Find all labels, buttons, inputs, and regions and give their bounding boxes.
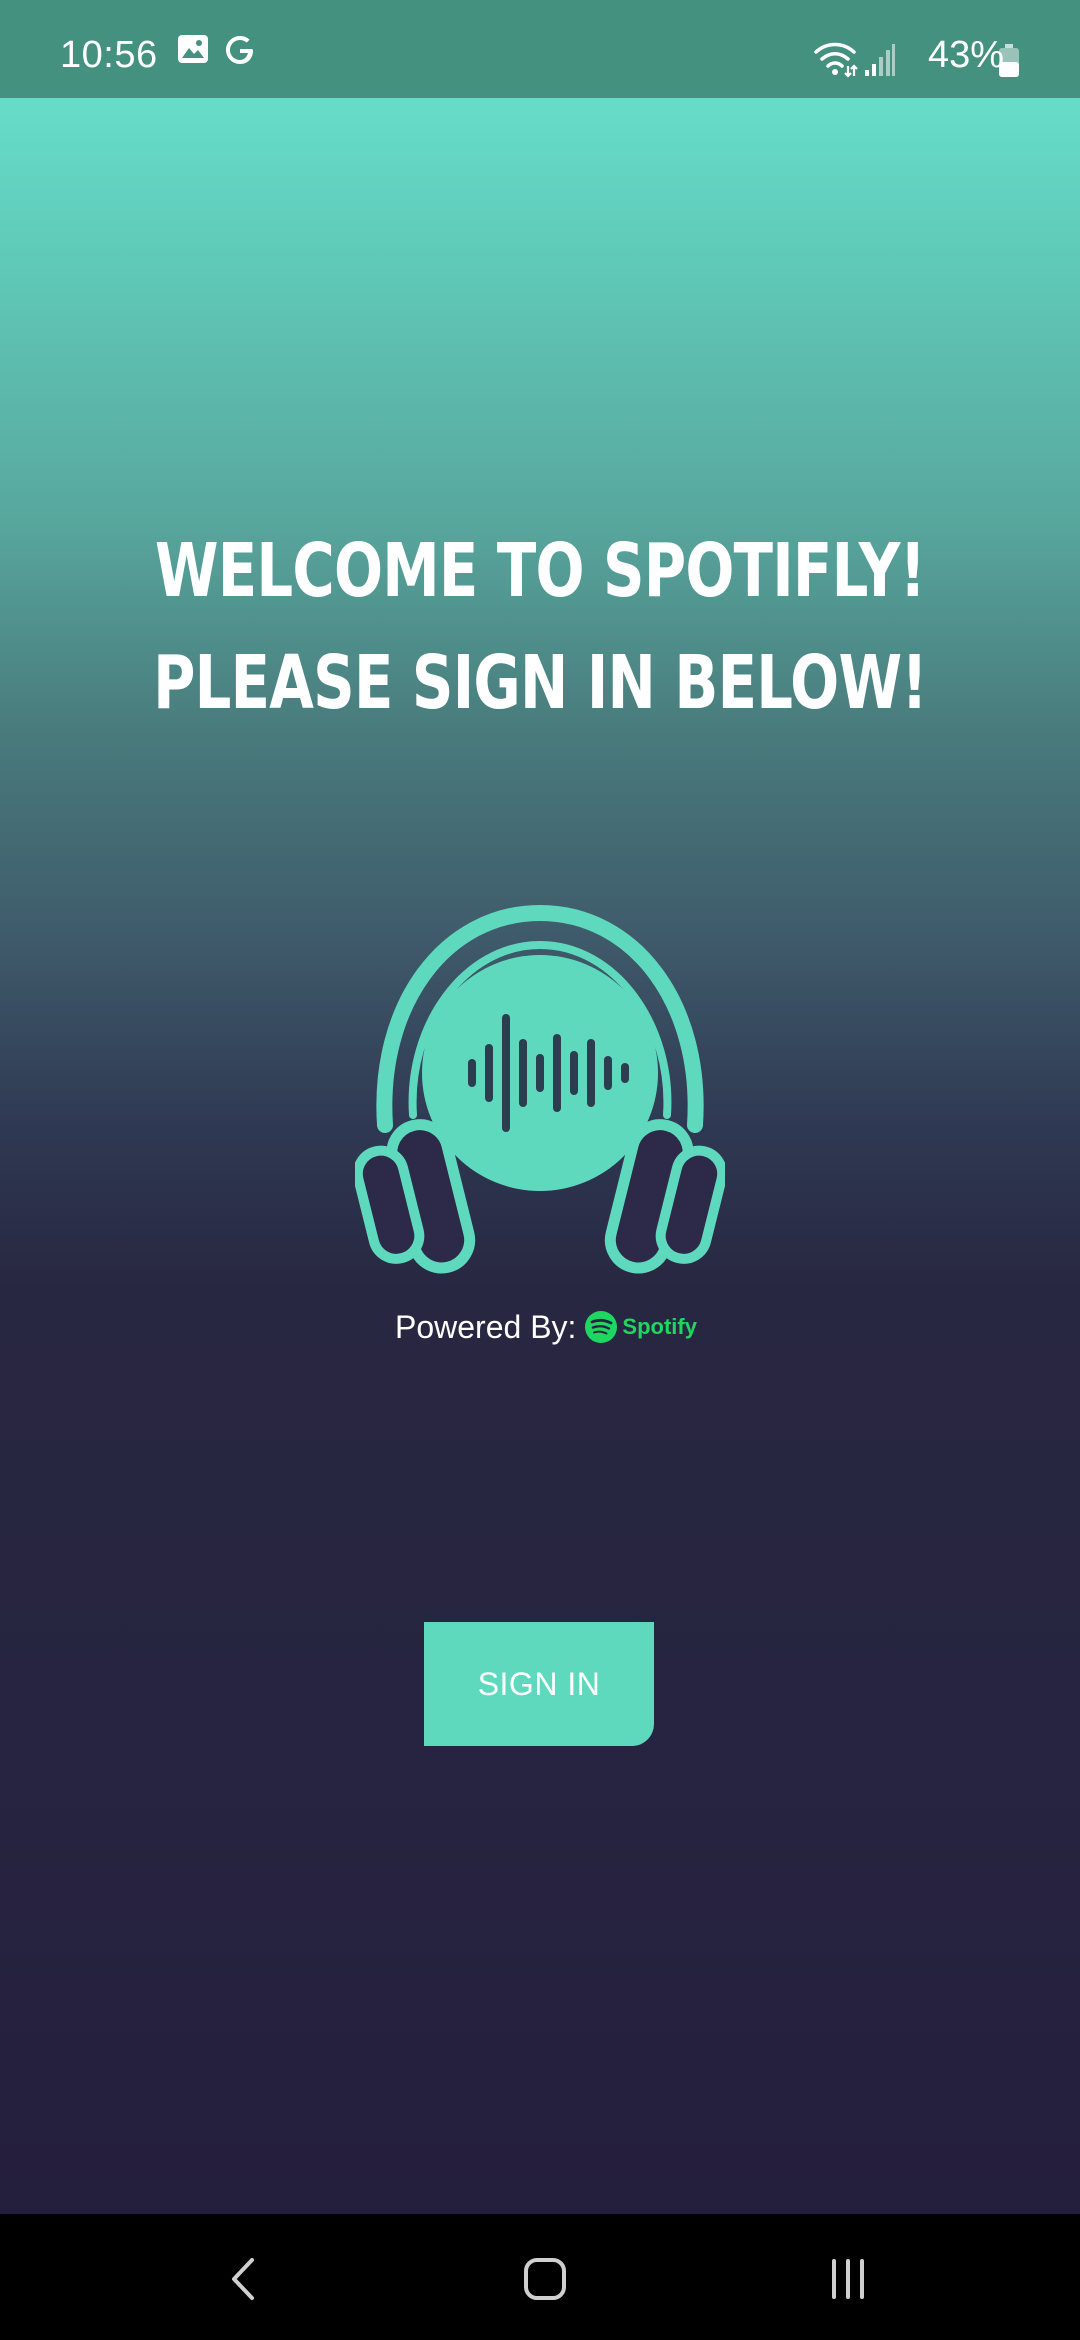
wifi-icon [812, 40, 858, 83]
sign-in-prompt: PLEASE SIGN IN BELOW! [153, 640, 928, 726]
spotify-icon [585, 1311, 618, 1343]
powered-by-label: Powered By: [395, 1308, 577, 1345]
status-time: 10:56 [60, 34, 158, 76]
sign-in-button[interactable]: SIGN IN [424, 1622, 654, 1746]
spotify-logo: Spotify [584, 1310, 697, 1344]
recents-icon[interactable] [808, 2244, 888, 2314]
back-icon[interactable] [204, 2244, 284, 2314]
home-icon[interactable] [505, 2244, 585, 2314]
status-bar: 10:56 43% [0, 0, 1080, 98]
headphones-soundwave-icon [352, 904, 728, 1280]
signal-icon [864, 44, 896, 83]
google-icon [222, 32, 258, 73]
spotify-brand: Spotify [622, 1314, 697, 1339]
welcome-title: WELCOME TO SPOTIFLY! [154, 528, 926, 614]
powered-by: Powered By: Spotify [395, 1302, 697, 1352]
screen: 10:56 43% WELCOME TO SPOTIFLY! PLEASE SI… [0, 0, 1080, 2340]
navigation-bar [0, 2214, 1080, 2340]
image-icon [176, 32, 210, 71]
battery-icon [998, 44, 1020, 83]
battery-percent: 43% [927, 34, 1004, 76]
